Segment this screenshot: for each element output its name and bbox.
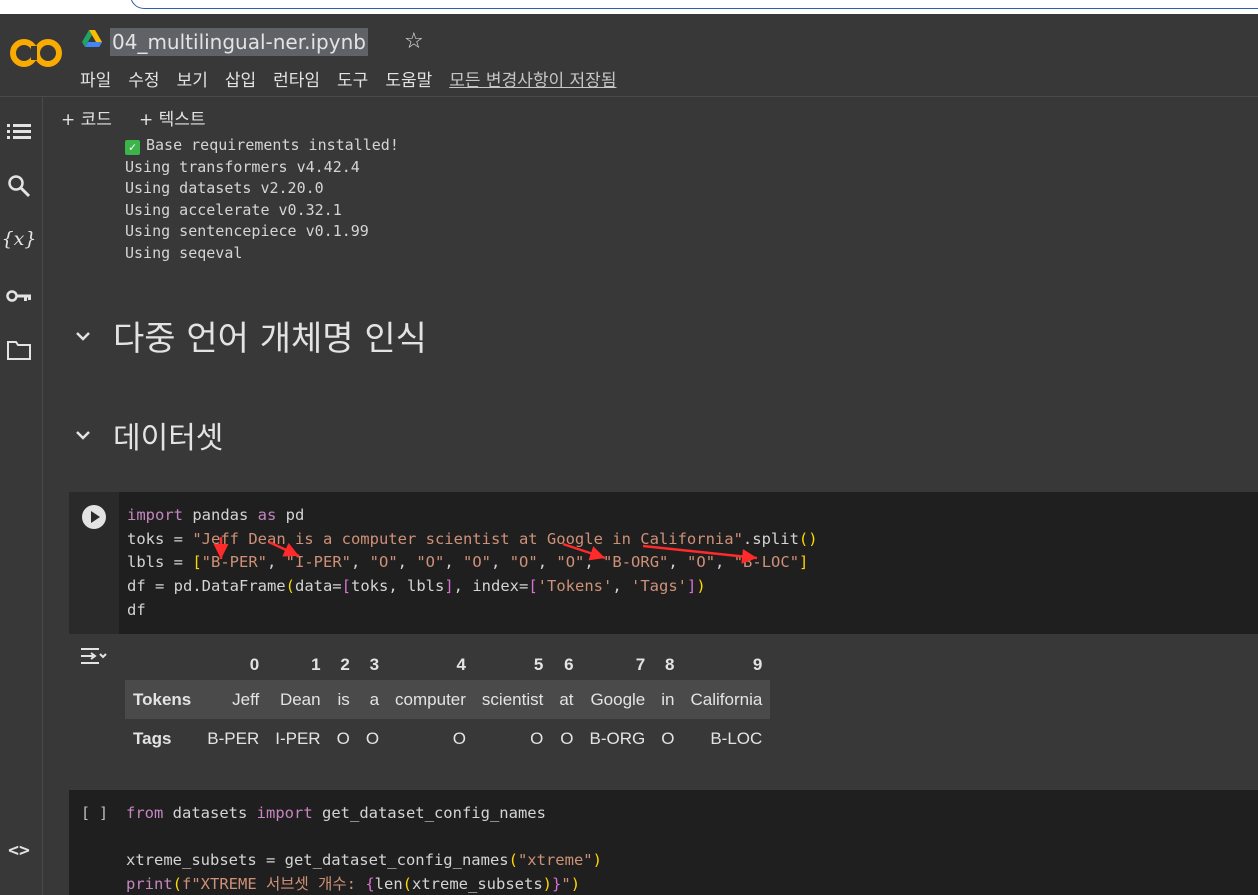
table-cell: B-PER (207, 728, 260, 748)
code-cell[interactable]: import pandas as pd toks = "Jeff Dean is… (69, 492, 1258, 634)
table-cell: O (336, 728, 350, 748)
table-of-contents-icon[interactable] (6, 119, 32, 145)
key-icon[interactable] (6, 283, 32, 309)
table-cell: Dean (279, 689, 321, 709)
install-output: ✓ Base requirements installed! Using tran… (125, 135, 399, 264)
column-header: 5 (533, 655, 544, 674)
menu-runtime[interactable]: 런타임 (273, 66, 320, 91)
index-header (125, 650, 199, 680)
column-header: 1 (311, 655, 321, 674)
menu-file[interactable]: 파일 (80, 66, 111, 91)
cell-execution-count[interactable]: [ ] (81, 804, 108, 822)
column-header: 9 (752, 655, 763, 674)
add-text-label: 텍스트 (158, 110, 206, 130)
table-cell: O (560, 728, 574, 748)
column-header: 7 (635, 655, 646, 674)
menu-help[interactable]: 도움말 (385, 66, 432, 91)
annotation-arrows (213, 537, 758, 564)
notebook-title[interactable]: 04_multilingual-ner.ipynb (110, 28, 368, 56)
colab-logo-icon[interactable] (10, 36, 64, 70)
browser-top-edge (0, 0, 1258, 14)
column-header: 2 (340, 655, 350, 674)
row-label: Tags (133, 728, 172, 748)
star-icon[interactable]: ☆ (404, 28, 424, 56)
column-header: 4 (456, 655, 466, 674)
output-line: Base requirements installed! (146, 136, 399, 154)
google-drive-icon[interactable] (82, 30, 102, 48)
output-line: Using transformers v4.42.4 (125, 157, 360, 176)
output-line: Using sentencepiece v0.1.99 (125, 222, 369, 240)
menu-bar: 파일 수정 보기 삽입 런타임 도구 도움말 모든 변경사항이 저장됨 (80, 66, 633, 91)
table-cell: Google (590, 689, 646, 709)
table-row: Tokens Jeff Dean is a computer scientist… (125, 680, 771, 719)
table-cell: I-PER (275, 728, 321, 748)
output-toggle-icon[interactable] (79, 644, 107, 668)
add-code-label: 코드 (80, 110, 112, 130)
output-line: Using accelerate v0.32.1 (125, 200, 342, 219)
add-text-button[interactable]: + 텍스트 (139, 105, 206, 130)
checkmark-icon: ✓ (125, 140, 140, 155)
section-title: 데이터셋 (113, 421, 224, 456)
section-heading-2[interactable]: 데이터셋 (73, 413, 223, 457)
table-row: Tags B-PER I-PER O O O O O B-ORG O B-LOC (125, 719, 770, 758)
output-line: Using seqeval (125, 243, 243, 262)
notebook-toolbar: + 코드 + 텍스트 (43, 97, 1258, 135)
table-cell: at (559, 689, 574, 709)
section-heading-1[interactable]: 다중 언어 개체명 인식 (73, 311, 427, 360)
table-cell: O (452, 728, 466, 748)
code-cell[interactable]: [ ] from datasets import get_dataset_con… (69, 790, 1258, 895)
add-code-button[interactable]: + 코드 (61, 105, 112, 130)
cell-output: 0 1 2 3 4 5 6 7 8 9 Tokens Jeff Dean is … (69, 634, 1258, 776)
left-sidebar: {x} <> (0, 97, 43, 895)
saved-status-link[interactable]: 모든 변경사항이 저장됨 (449, 66, 616, 91)
table-cell: B-ORG (589, 728, 646, 748)
code-editor[interactable]: from datasets import get_dataset_config_… (126, 802, 602, 895)
search-icon[interactable] (6, 173, 32, 199)
variables-icon[interactable]: {x} (2, 226, 37, 252)
folder-icon[interactable] (6, 337, 32, 363)
table-cell: computer (395, 689, 466, 709)
code-snippets-icon[interactable]: <> (6, 837, 32, 863)
output-line: Using datasets v2.20.0 (125, 179, 324, 197)
table-cell: O (365, 728, 380, 748)
notebook-content[interactable]: ✓ Base requirements installed! Using tran… (43, 135, 1258, 895)
menu-insert[interactable]: 삽입 (225, 66, 256, 91)
colab-header: 04_multilingual-ner.ipynb ☆ 파일 수정 보기 삽입 … (0, 14, 1258, 97)
section-title: 다중 언어 개체명 인식 (113, 319, 427, 359)
table-cell: O (530, 728, 544, 748)
table-cell: scientist (481, 689, 544, 709)
chevron-down-icon[interactable] (73, 425, 93, 445)
column-header: 3 (369, 655, 380, 674)
chevron-down-icon[interactable] (73, 326, 93, 346)
table-cell: Jeff (232, 689, 260, 709)
header-row: 0 1 2 3 4 5 6 7 8 9 (125, 650, 770, 680)
column-header: 6 (564, 655, 574, 674)
row-label: Tokens (133, 689, 192, 709)
table-cell: California (690, 689, 763, 709)
column-header: 0 (249, 655, 260, 674)
table-cell: in (661, 689, 675, 709)
menu-view[interactable]: 보기 (177, 66, 208, 91)
table-cell: is (337, 689, 350, 709)
menu-tools[interactable]: 도구 (337, 66, 368, 91)
table-cell: a (369, 689, 380, 709)
table-cell: O (661, 728, 675, 748)
dataframe-table: 0 1 2 3 4 5 6 7 8 9 Tokens Jeff Dean is … (125, 650, 771, 758)
column-header: 8 (665, 655, 675, 674)
menu-edit[interactable]: 수정 (128, 66, 159, 91)
table-cell: B-LOC (710, 728, 763, 748)
